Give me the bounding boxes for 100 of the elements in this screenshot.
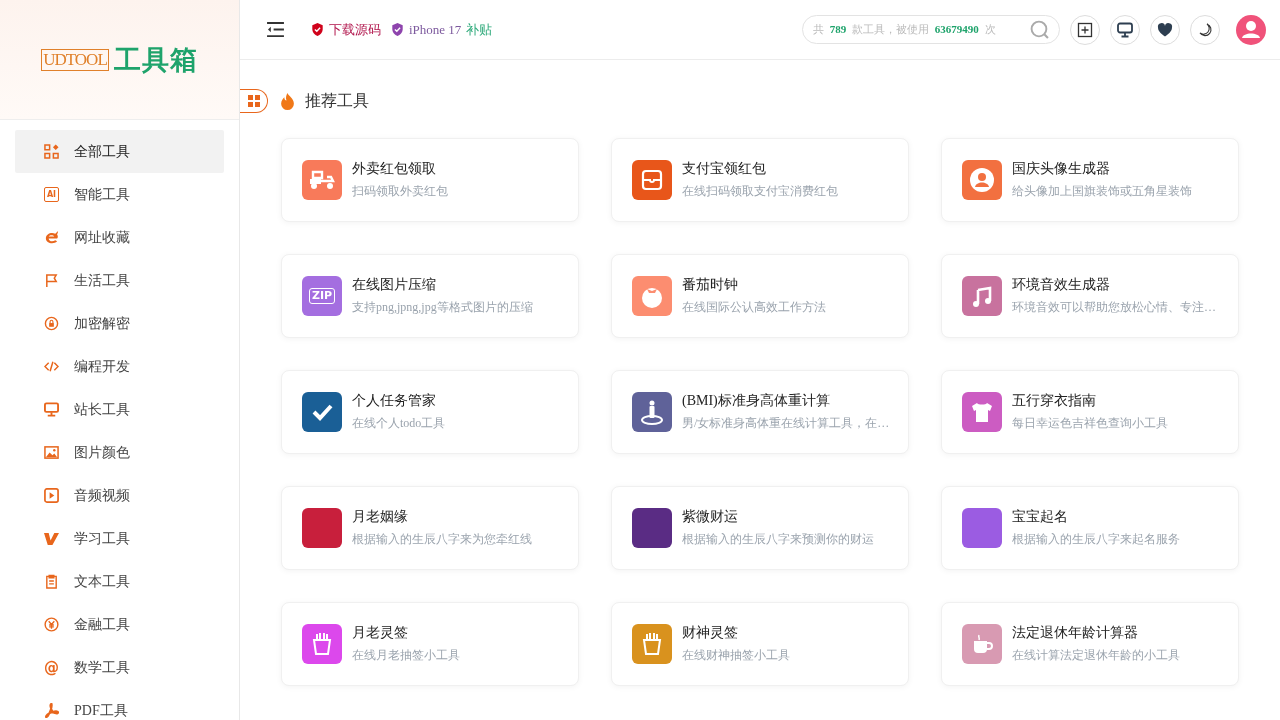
card-description: 支持png,jpng,jpg等格式图片的压缩 [352,299,533,316]
card-title: 环境音效生成器 [1012,276,1111,294]
card-description: 根据输入的生辰八字来为您牵红线 [352,531,532,548]
card-title: 法定退休年龄计算器 [1012,624,1139,642]
sidebar-item[interactable]: 文本工具 [15,560,224,603]
v-mark-icon [44,531,59,546]
section-title: 推荐工具 [305,90,369,111]
sidebar-item[interactable]: 图片颜色 [15,431,224,474]
nav-label: 编程开发 [74,357,130,376]
tool-card[interactable]: 月老姻缘 根据输入的生辰八字来为您牵红线 [281,486,579,570]
card-description: 在线财神抽签小工具 [682,647,790,664]
tool-card[interactable]: 番茄时钟 在线国际公认高效工作方法 [611,254,909,338]
nav-label: 数学工具 [74,658,130,677]
card-title: 个人任务管家 [352,392,437,410]
nav-label: 金融工具 [74,615,130,634]
sidebar-item[interactable]: AI 智能工具 [15,173,224,216]
monitor-icon [44,402,59,417]
clipboard-icon [44,574,59,589]
sidebar-item[interactable]: 生活工具 [15,259,224,302]
tool-card[interactable]: 五行穿衣指南 每日幸运色吉祥色查询小工具 [941,370,1239,454]
card-title: (BMI)标准身高体重计算 [682,392,831,410]
nav-label: 音频视频 [74,486,130,505]
card-description: 根据输入的生辰八字来预测你的财运 [682,531,874,548]
card-description: 在线计算法定退休年龄的小工具 [1012,647,1180,664]
header-link[interactable]: iPhone 17 [409,21,462,38]
tool-card[interactable]: 外卖红包领取 扫码领取外卖红包 [281,138,579,222]
play-icon [44,488,59,503]
card-title: 宝宝起名 [1012,508,1069,526]
card-title: 支付宝领红包 [682,160,767,178]
sidebar-item[interactable]: 全部工具 [15,130,224,173]
add-icon [1077,21,1093,38]
zip-icon: ZIP [302,276,342,316]
nav-label: 文本工具 [74,572,130,591]
header-link[interactable]: 下载源码 [329,20,381,39]
logo-brand: UDTOOL [41,48,109,71]
card-description: 男/女标准身高体重在线计算工具，在… [682,415,890,432]
heart-icon [1157,21,1173,38]
tool-card[interactable]: 个人任务管家 在线个人todo工具 [281,370,579,454]
add-button[interactable] [1070,14,1100,45]
sidebar-item[interactable]: 加密解密 [15,302,224,345]
card-description: 根据输入的生辰八字来起名服务 [1012,531,1180,548]
flag-icon [44,273,59,288]
tool-card[interactable]: 月老灵签 在线月老抽签小工具 [281,602,579,686]
pdf-icon [44,703,59,718]
nav-label: 智能工具 [74,185,130,204]
sidebar-item[interactable]: 编程开发 [15,345,224,388]
grid-icon [44,144,59,159]
lock-icon [44,316,59,331]
sidebar-item[interactable]: 音频视频 [15,474,224,517]
heart-button[interactable] [1150,14,1180,45]
card-title: 紫微财运 [682,508,739,526]
menu-collapse-icon[interactable] [266,22,285,37]
browser-icon [44,230,59,245]
card-title: 在线图片压缩 [352,276,437,294]
nav-label: 生活工具 [74,271,130,290]
tool-card[interactable]: 紫微财运 根据输入的生辰八字来预测你的财运 [611,486,909,570]
moon-button[interactable] [1190,14,1220,45]
nav-label: PDF工具 [74,701,128,720]
tool-card[interactable]: 环境音效生成器 环境音效可以帮助您放松心情、专注… [941,254,1239,338]
card-description: 环境音效可以帮助您放松心情、专注… [1012,299,1216,316]
monitor-button[interactable] [1110,14,1140,45]
code-icon [44,359,59,374]
card-title: 月老灵签 [352,624,409,642]
at-sign-icon: @ [44,660,59,675]
sidebar-item[interactable]: 学习工具 [15,517,224,560]
logo-title: 工具箱 [113,42,198,77]
image-icon [44,445,59,460]
nav-label: 学习工具 [74,529,130,548]
yen-icon [44,617,59,632]
card-description: 在线月老抽签小工具 [352,647,460,664]
card-title: 番茄时钟 [682,276,739,294]
tool-card[interactable]: (BMI)标准身高体重计算 男/女标准身高体重在线计算工具，在… [611,370,909,454]
monitor-icon [1117,21,1133,38]
tool-card[interactable]: 宝宝起名 根据输入的生辰八字来起名服务 [941,486,1239,570]
sidebar-item[interactable]: 站长工具 [15,388,224,431]
sidebar-item[interactable]: @ 数学工具 [15,646,224,689]
card-description: 在线个人todo工具 [352,415,446,432]
sidebar-item[interactable]: 网址收藏 [15,216,224,259]
card-description: 每日幸运色吉祥色查询小工具 [1012,415,1168,432]
card-description: 给头像加上国旗装饰或五角星装饰 [1012,183,1192,200]
card-description: 扫码领取外卖红包 [352,183,448,200]
card-title: 外卖红包领取 [352,160,437,178]
tool-card[interactable]: 支付宝领红包 在线扫码领取支付宝消费红包 [611,138,909,222]
sidebar-item[interactable]: 金融工具 [15,603,224,646]
sidebar-item[interactable]: PDF工具 [15,689,224,720]
avatar-icon[interactable] [1236,14,1266,45]
tool-card[interactable]: 法定退休年龄计算器 在线计算法定退休年龄的小工具 [941,602,1239,686]
nav-label: 站长工具 [74,400,130,419]
tool-card[interactable]: 财神灵签 在线财神抽签小工具 [611,602,909,686]
tool-card[interactable]: ZIP 在线图片压缩 支持png,jpng,jpg等格式图片的压缩 [281,254,579,338]
card-title: 财神灵签 [682,624,739,642]
flame-icon [280,92,295,110]
ai-icon: AI [44,187,59,202]
card-title: 国庆头像生成器 [1012,160,1111,178]
nav-label: 网址收藏 [74,228,130,247]
nav-label: 加密解密 [74,314,130,333]
card-title: 五行穿衣指南 [1012,392,1097,410]
card-title: 月老姻缘 [352,508,409,526]
grid-icon [247,95,260,107]
tool-card[interactable]: 国庆头像生成器 给头像加上国旗装饰或五角星装饰 [941,138,1239,222]
